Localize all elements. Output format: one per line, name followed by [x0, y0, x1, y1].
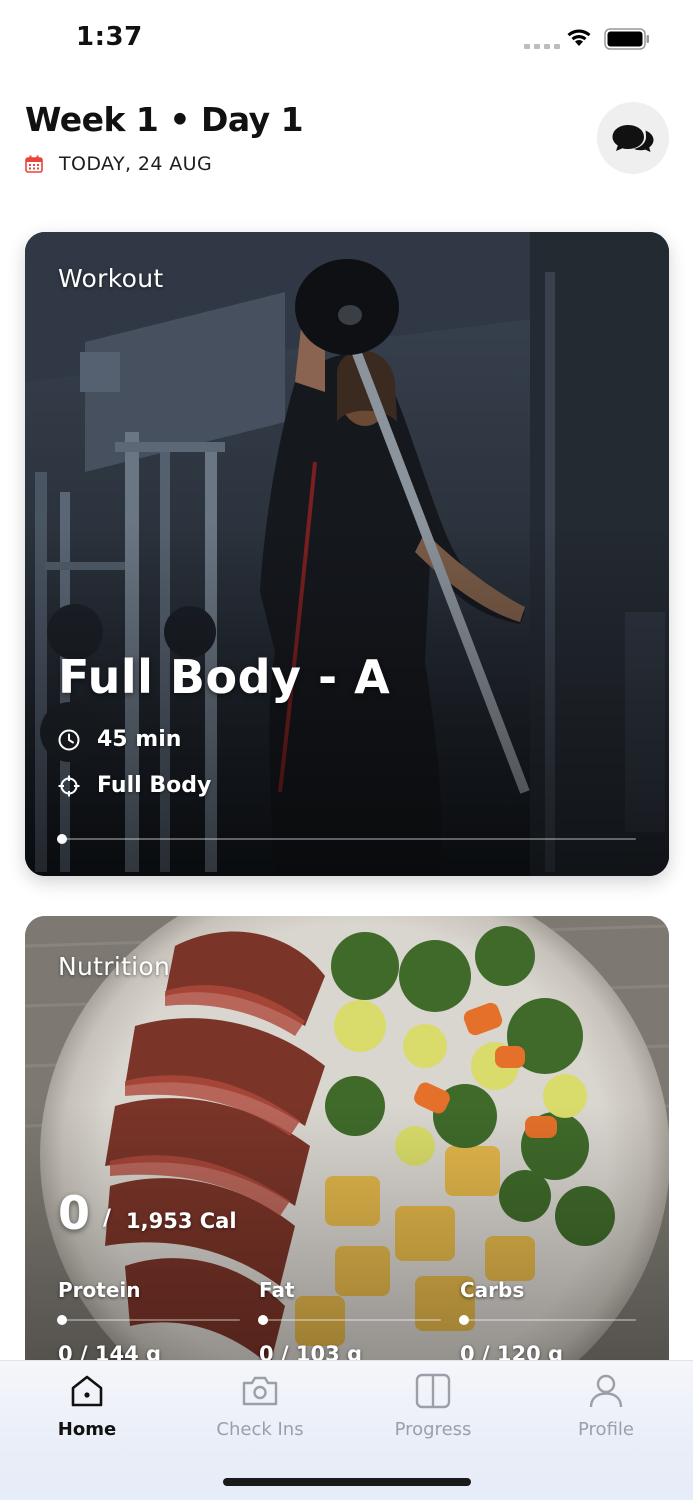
cellular-signal-icon: [524, 44, 560, 49]
wifi-icon: [567, 29, 591, 46]
workout-card[interactable]: Workout Full Body - A 45 min Full Body: [25, 232, 669, 876]
date-row: TODAY, 24 AUG: [25, 153, 212, 175]
battery-icon: [604, 28, 649, 50]
workout-progress-dot: [57, 834, 67, 844]
calories-separator: /: [103, 1206, 112, 1231]
macro-carbs-bar: [459, 1315, 636, 1325]
tab-check-ins[interactable]: Check Ins: [190, 1371, 330, 1451]
nutrition-card-label: Nutrition: [58, 952, 171, 981]
calories-current: 0: [58, 1186, 91, 1240]
workout-duration-text: 45 min: [97, 727, 182, 752]
tab-profile[interactable]: Profile: [536, 1371, 676, 1451]
macro-fat-bar: [258, 1315, 441, 1325]
date-label: TODAY, 24 AUG: [59, 153, 213, 175]
calories-goal: 1,953 Cal: [126, 1209, 237, 1233]
home-icon: [71, 1375, 103, 1407]
workout-focus: Full Body: [58, 773, 211, 798]
macro-carbs-label: Carbs: [460, 1278, 525, 1302]
tab-home[interactable]: Home: [17, 1371, 157, 1451]
calendar-icon: [25, 155, 43, 173]
tab-home-label: Home: [57, 1419, 117, 1440]
macro-carbs-dot: [459, 1315, 469, 1325]
macro-protein-label: Protein: [58, 1278, 141, 1302]
home-indicator: [223, 1478, 471, 1486]
workout-title: Full Body - A: [58, 650, 391, 704]
chat-button[interactable]: [597, 102, 669, 174]
person-icon: [589, 1374, 623, 1408]
workout-progress-bar: [57, 834, 636, 844]
nutrition-card[interactable]: Nutrition 0 / 1,953 Cal Protein 0 / 144 …: [25, 916, 669, 1386]
tab-check-ins-label: Check Ins: [216, 1419, 304, 1440]
tab-progress[interactable]: Progress: [363, 1371, 503, 1451]
target-icon: [58, 775, 80, 796]
nutrition-photo: [25, 916, 669, 1386]
macro-protein-dot: [57, 1315, 67, 1325]
tab-progress-label: Progress: [394, 1419, 472, 1440]
chat-bubbles-icon: [612, 125, 654, 152]
status-bar: 1:37: [0, 0, 693, 80]
macro-fat-dot: [258, 1315, 268, 1325]
status-time: 1:37: [76, 22, 143, 52]
camera-icon: [242, 1376, 278, 1406]
page-title: Week 1 • Day 1: [25, 100, 304, 139]
workout-focus-text: Full Body: [97, 773, 212, 798]
split-panel-icon: [415, 1373, 451, 1409]
macro-protein-bar: [57, 1315, 240, 1325]
tab-profile-label: Profile: [578, 1419, 634, 1440]
macro-fat-label: Fat: [259, 1278, 295, 1302]
workout-card-label: Workout: [58, 264, 164, 293]
clock-icon: [58, 729, 80, 750]
workout-duration: 45 min: [58, 727, 181, 752]
